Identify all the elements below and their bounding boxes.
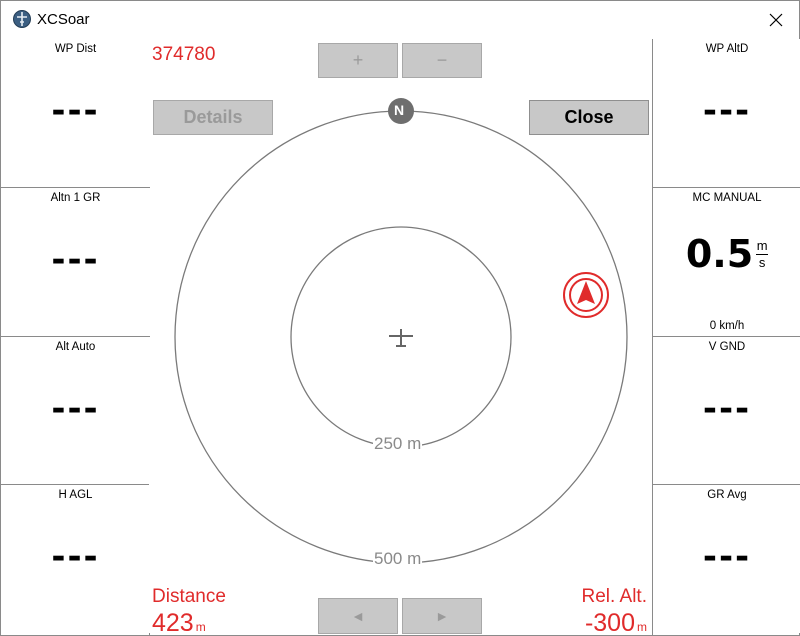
infobox-mc-manual[interactable]: MC MANUAL 0.5 m s 0 km/h <box>653 188 800 336</box>
next-label: ► <box>435 608 449 624</box>
details-label: Details <box>183 107 243 127</box>
infobox-gr-avg[interactable]: GR Avg --- <box>653 485 800 633</box>
unit-denominator: s <box>758 254 766 270</box>
close-button[interactable]: Close <box>529 100 649 135</box>
prev-target-button[interactable]: ◄ <box>318 598 398 634</box>
target-id: 374780 <box>152 44 216 65</box>
distance-number: 423 <box>152 609 194 636</box>
details-button[interactable]: Details <box>153 100 273 135</box>
infobox-value: --- <box>51 91 100 131</box>
outer-ring-label: 500 m <box>373 549 423 569</box>
north-label: N <box>394 102 405 118</box>
window-close-button[interactable] <box>753 1 799 39</box>
title-bar: XCSoar <box>1 1 799 39</box>
infobox-title: WP AltD <box>705 43 749 55</box>
infobox-value: --- <box>51 537 100 577</box>
unit-fraction: m s <box>756 237 769 270</box>
rel-alt-value: -300 m <box>585 609 647 636</box>
infobox-altn-gr[interactable]: Altn 1 GR --- <box>1 188 150 336</box>
infobox-comment: 0 km/h <box>709 320 745 332</box>
zoom-out-label: − <box>436 50 448 70</box>
infobox-title: H AGL <box>58 489 93 501</box>
distance-label: Distance <box>152 586 226 607</box>
left-infobox-column: WP Dist --- Altn 1 GR --- Alt Auto --- H… <box>1 39 150 635</box>
xcsoar-window: XCSoar WP Dist --- Altn 1 GR --- Alt Aut… <box>0 0 800 636</box>
infobox-wp-dist[interactable]: WP Dist --- <box>1 39 150 187</box>
infobox-value: 0.5 <box>685 232 754 276</box>
infobox-value: --- <box>702 537 752 577</box>
prev-label: ◄ <box>351 608 365 624</box>
close-label: Close <box>564 107 614 127</box>
infobox-v-gnd[interactable]: V GND --- <box>653 337 800 485</box>
infobox-title: V GND <box>708 341 746 353</box>
distance-unit: m <box>195 620 206 634</box>
infobox-value: --- <box>51 240 100 280</box>
inner-ring-label: 250 m <box>373 434 423 454</box>
close-icon <box>769 13 783 27</box>
infobox-title: WP Dist <box>54 43 97 55</box>
infobox-value: --- <box>702 91 752 131</box>
zoom-out-button[interactable]: − <box>402 43 482 78</box>
infobox-value: --- <box>702 389 752 429</box>
infobox-title: MC MANUAL <box>692 192 762 204</box>
xcsoar-globe-icon <box>13 10 31 28</box>
infobox-title: GR Avg <box>707 489 747 501</box>
mc-value: 0.5 m s <box>653 232 800 276</box>
infobox-title: Alt Auto <box>55 341 96 353</box>
right-infobox-column: WP AltD --- MC MANUAL 0.5 m s 0 km/h V G… <box>652 39 800 635</box>
infobox-h-agl[interactable]: H AGL --- <box>1 485 150 633</box>
own-aircraft-icon <box>389 329 413 347</box>
next-target-button[interactable]: ► <box>402 598 482 634</box>
rel-alt-number: -300 <box>584 609 635 636</box>
window-title: XCSoar <box>37 11 90 28</box>
zoom-in-button[interactable]: + <box>318 43 398 78</box>
traffic-target-icon[interactable] <box>563 272 609 318</box>
unit-numerator: m <box>756 237 768 253</box>
infobox-value: --- <box>51 389 100 429</box>
infobox-title: Altn 1 GR <box>50 192 101 204</box>
infobox-alt-auto[interactable]: Alt Auto --- <box>1 337 150 485</box>
rel-alt-label: Rel. Alt. <box>581 586 647 607</box>
rel-alt-unit: m <box>637 620 647 634</box>
infobox-wp-altd[interactable]: WP AltD --- <box>653 39 800 187</box>
zoom-in-label: + <box>352 50 364 70</box>
distance-value: 423 m <box>152 609 206 636</box>
